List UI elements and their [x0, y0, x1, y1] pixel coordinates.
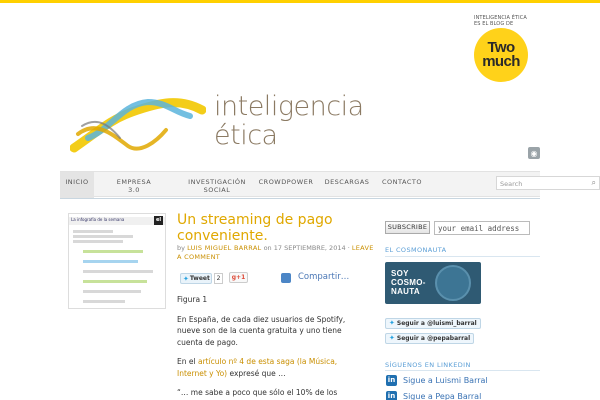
site-title-line1: inteligencia	[214, 91, 364, 122]
share-icon[interactable]	[281, 273, 291, 283]
meta-on: on	[263, 244, 272, 252]
site-title[interactable]: inteligencia ética	[214, 92, 364, 150]
tweet-count: 2	[214, 273, 223, 284]
brand-line2: much	[482, 53, 520, 70]
tweet-label: Tweet	[189, 275, 210, 282]
follow2-label: Seguir a @pepabarral	[396, 335, 471, 342]
share-bar: ✦ Tweet 2	[180, 272, 223, 285]
logo-ribbon-icon[interactable]	[70, 90, 206, 160]
follow-pepa-button[interactable]: ✦ Seguir a @pepabarral	[385, 333, 475, 344]
twomuch-logo[interactable]: Two much	[474, 28, 528, 82]
twitter-bird-icon: ✦	[389, 319, 395, 327]
nav-item-inicio[interactable]: INICIO	[60, 172, 94, 198]
post-body: Figura 1 En España, de cada diez usuario…	[177, 294, 365, 400]
paragraph-3: “… me sabe a poco que sólo el 10% de los	[177, 388, 338, 397]
follow1-label: Seguir a @luismi_barral	[396, 320, 477, 327]
subscribe-button[interactable]: SUBSCRIBE	[385, 221, 430, 234]
meta-separator: ·	[347, 244, 350, 252]
post-title[interactable]: Un streaming de pago conveniente.	[177, 212, 377, 244]
nav-item-crowdpower[interactable]: CROWDPOWER	[256, 172, 316, 198]
post-date: 17 SEPTIEMBRE, 2014	[273, 244, 346, 252]
post-meta: by LUIS MIGUEL BARRAL on 17 SEPTIEMBRE, …	[177, 244, 377, 262]
thumbnail-header: La infografía de la semana	[69, 217, 165, 225]
share-link[interactable]: Compartir…	[298, 272, 349, 282]
search-placeholder: Search	[500, 180, 523, 188]
author-link[interactable]: LUIS MIGUEL BARRAL	[187, 244, 261, 252]
rss-icon[interactable]: ◉	[528, 147, 540, 159]
search-icon[interactable]: ⌕	[592, 178, 596, 188]
nav-item-contacto[interactable]: CONTACTO	[378, 172, 426, 198]
cosmonauta-banner[interactable]: SOY COSMO- NAUTA	[385, 262, 481, 304]
follow-luismi-button[interactable]: ✦ Seguir a @luismi_barral	[385, 318, 481, 329]
cosmonauta-heading: EL COSMONAUTA	[385, 246, 447, 254]
site-title-line2: ética	[214, 120, 278, 151]
meta-by: by	[177, 244, 185, 252]
thumbnail-badge: el	[154, 216, 163, 225]
banner-line1: SOY	[391, 269, 409, 278]
p2-before: En el	[177, 357, 198, 366]
banner-text: SOY COSMO- NAUTA	[391, 269, 426, 296]
post-thumbnail[interactable]: La infografía de la semana el	[68, 213, 166, 309]
nav-item-investigacion[interactable]: INVESTIGACIÓN SOCIAL	[186, 172, 248, 198]
email-field[interactable]: your email address	[434, 221, 530, 235]
paragraph-1: En España, de cada diez usuarios de Spot…	[177, 314, 346, 347]
sidebar-divider	[385, 256, 540, 257]
linkedin-pepa-link[interactable]: Sigue a Pepa Barral	[403, 392, 481, 400]
banner-line3: NAUTA	[391, 287, 420, 296]
search-input[interactable]: Search ⌕	[496, 176, 600, 190]
banner-line2: COSMO-	[391, 278, 426, 287]
nav-item-descargas[interactable]: DESCARGAS	[322, 172, 372, 198]
main-nav: INICIO EMPRESA 3.0 INVESTIGACIÓN SOCIAL …	[60, 171, 600, 198]
linkedin-icon[interactable]: in	[386, 391, 397, 400]
gplus-button[interactable]: g+1	[229, 272, 248, 283]
twitter-bird-icon: ✦	[389, 334, 395, 342]
linkedin-icon[interactable]: in	[386, 375, 397, 386]
linkedin-luismi-link[interactable]: Sigue a Luismi Barral	[403, 376, 488, 385]
linkedin-heading: SÍGUENOS EN LINKEDIN	[385, 361, 471, 369]
nav-item-empresa[interactable]: EMPRESA 3.0	[110, 172, 158, 198]
brand-caption: INTELIGENCIA ÉTICA ES EL BLOG DE	[474, 15, 527, 27]
paragraph-2: En el artículo nº 4 de esta saga (la Mús…	[177, 356, 365, 379]
p2-after: expresé que …	[227, 368, 286, 378]
tweet-button[interactable]: ✦ Tweet	[180, 273, 212, 284]
astronaut-icon	[435, 265, 471, 301]
twitter-bird-icon: ✦	[183, 274, 189, 283]
top-accent-bar	[0, 0, 600, 3]
nav-divider	[60, 198, 540, 199]
sidebar-divider	[385, 370, 540, 371]
figure-caption: Figura 1	[177, 295, 208, 304]
